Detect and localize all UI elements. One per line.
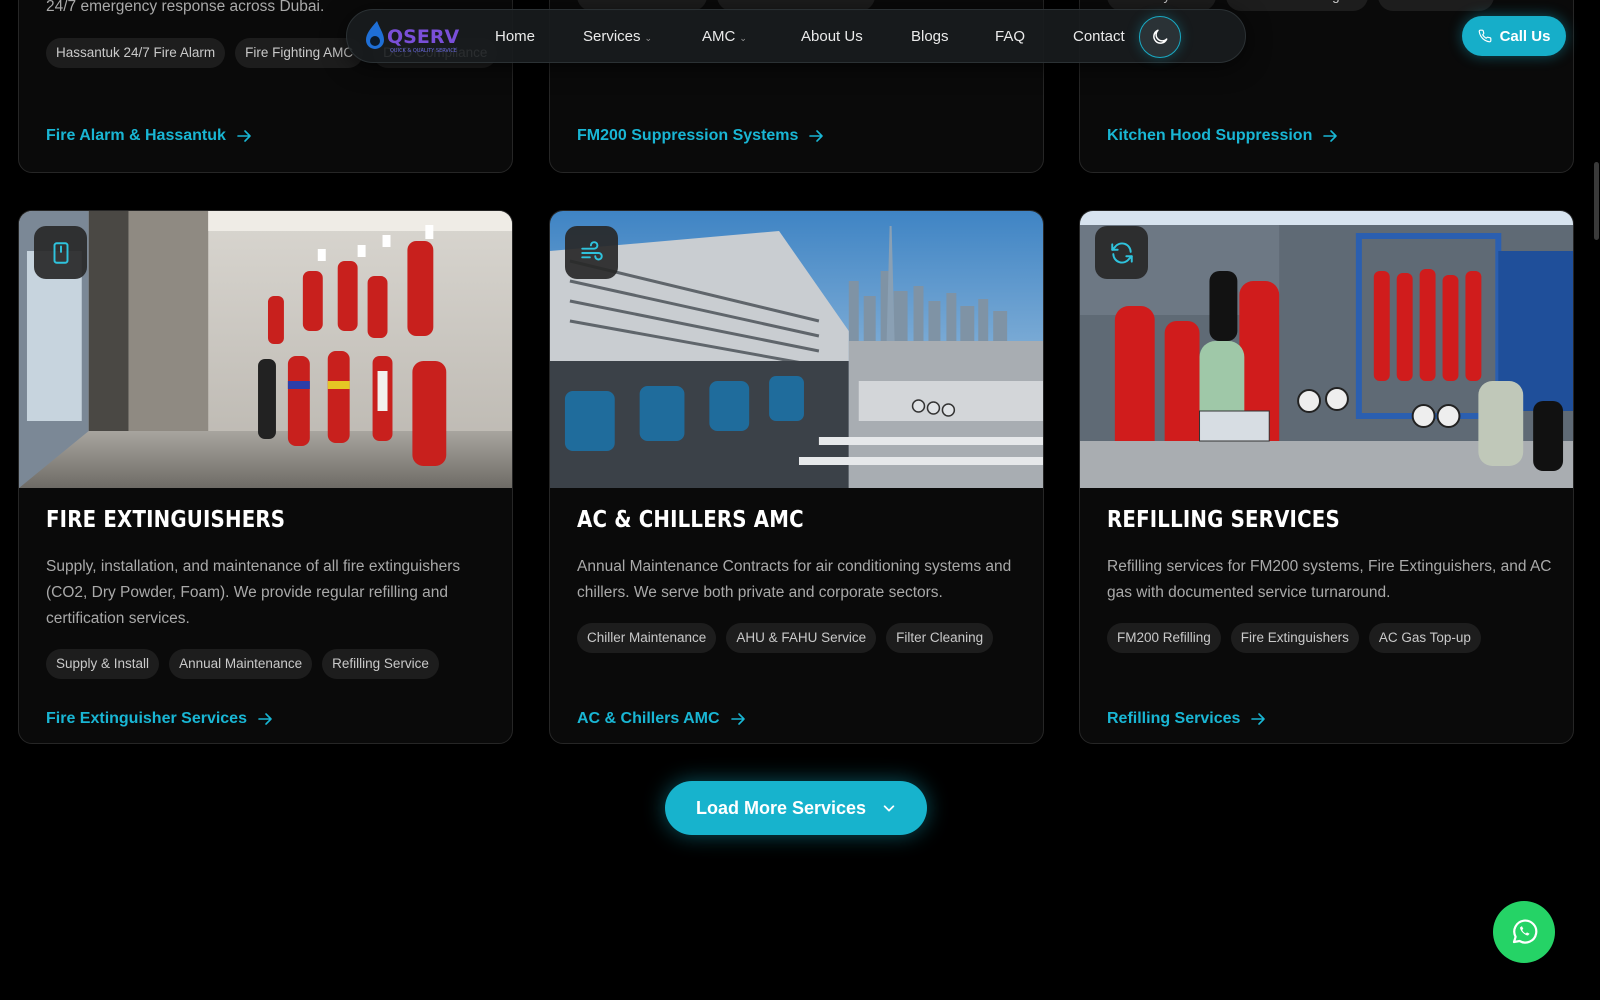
nav-label: Services — [583, 28, 641, 45]
tag-chip: Supply & Install — [46, 649, 160, 679]
tag-list: FM200 Refilling Fire Extinguishers AC Ga… — [1107, 623, 1573, 653]
card-link-fire-alarm[interactable]: Fire Alarm & Hassantuk — [46, 127, 252, 145]
wind-icon-badge — [565, 226, 618, 279]
card-title: AC & CHILLERS AMC — [577, 507, 804, 533]
moon-icon — [1153, 29, 1168, 44]
nav-amc[interactable]: AMC ⌄ — [702, 10, 747, 64]
arrow-right-icon — [809, 130, 824, 142]
nav-home[interactable]: Home — [495, 10, 535, 64]
call-us-button[interactable]: Call Us — [1462, 16, 1566, 56]
scrollbar-thumb[interactable] — [1594, 162, 1599, 240]
tag-chip: FM200 Refilling — [1107, 623, 1221, 653]
nav-label: FAQ — [995, 28, 1026, 45]
card-link-label: Fire Alarm & Hassantuk — [46, 127, 226, 144]
card-link-label: Fire Extinguisher Services — [46, 710, 247, 727]
arrow-right-icon — [258, 713, 272, 725]
tag-chip: Refilling Service — [322, 649, 439, 679]
card-link-refilling-services[interactable]: Refilling Services — [1107, 710, 1266, 728]
whatsapp-button[interactable] — [1493, 901, 1555, 963]
card-link-kitchen-hood[interactable]: Kitchen Hood Suppression — [1107, 127, 1338, 145]
card-image-ac-chillers — [550, 211, 1043, 488]
nav-label: Blogs — [911, 28, 949, 45]
load-more-label: Load More Services — [695, 797, 867, 818]
card-link-fm200[interactable]: FM200 Suppression Systems — [577, 127, 824, 145]
logo-tagline: QUICK & QUALITY SERVICE — [390, 48, 457, 54]
card-title: REFILLING SERVICES — [1107, 507, 1340, 533]
tag-list: Supply & Install Annual Maintenance Refi… — [46, 649, 512, 679]
nav-blogs[interactable]: Blogs — [911, 10, 949, 64]
call-us-label: Call Us — [1499, 27, 1551, 45]
card-description: Annual Maintenance Contracts for air con… — [577, 558, 1012, 601]
arrow-right-icon — [1251, 713, 1266, 725]
nav-label: About Us — [801, 28, 863, 45]
card-link-label: AC & Chillers AMC — [577, 710, 720, 727]
card-image-refilling — [1080, 211, 1573, 488]
card-link-ac-chillers-amc[interactable]: AC & Chillers AMC — [577, 710, 746, 728]
card-link-fire-extinguisher-services[interactable]: Fire Extinguisher Services — [46, 710, 273, 728]
card-link-label: Kitchen Hood Suppression — [1107, 127, 1313, 144]
site-logo[interactable]: QSERV QUICK & QUALITY SERVICE — [363, 17, 481, 57]
arrow-right-icon — [237, 130, 251, 142]
card-description: 24/7 emergency response across Dubai. — [46, 0, 325, 15]
tag-chip: Chiller Maintenance — [577, 623, 717, 653]
card-link-label: Refilling Services — [1107, 710, 1241, 727]
arrow-right-icon — [730, 713, 745, 725]
logo-wordmark: QSERV — [387, 26, 459, 48]
load-more-services-button[interactable]: Load More Services — [665, 781, 927, 835]
nav-faq[interactable]: FAQ — [995, 10, 1025, 64]
extinguisher-icon-badge — [34, 226, 87, 279]
nav-about-us[interactable]: About Us — [801, 10, 863, 64]
whatsapp-icon — [1512, 919, 1538, 944]
chevron-down-icon — [883, 805, 895, 812]
wind-icon — [580, 240, 603, 260]
refresh-icon-badge — [1095, 226, 1148, 279]
phone-icon — [1478, 29, 1491, 43]
tag-chip: Hassantuk 24/7 Fire Alarm — [46, 38, 226, 68]
nav-label: Home — [495, 28, 536, 45]
tag-chip: Fire Fighting AMC — [235, 38, 364, 68]
tag-chip: Fire Extinguishers — [1230, 623, 1359, 653]
arrow-right-icon — [1323, 130, 1338, 142]
tag-list: Chiller Maintenance AHU & FAHU Service F… — [577, 623, 1043, 653]
theme-toggle-button[interactable] — [1139, 16, 1181, 58]
main-navbar: QSERV QUICK & QUALITY SERVICE Home Servi… — [346, 9, 1246, 63]
service-card-fire-extinguishers: FIRE EXTINGUISHERS Supply, installation,… — [18, 210, 513, 744]
tag-chip: Annual Maintenance — [169, 649, 313, 679]
refresh-icon — [1110, 242, 1133, 263]
tag-chip: Auto Gas Cutoff — [1378, 0, 1495, 11]
tag-chip: Filter Cleaning — [886, 623, 994, 653]
tag-chip: AC Gas Top-up — [1368, 623, 1481, 653]
nav-label: Contact — [1073, 28, 1125, 45]
service-card-ac-chillers: AC & CHILLERS AMC Annual Maintenance Con… — [549, 210, 1044, 744]
chevron-down-icon: ⌄ — [644, 33, 653, 43]
extinguisher-icon — [53, 241, 68, 264]
nav-services[interactable]: Services ⌄ — [583, 10, 652, 64]
nav-label: AMC — [702, 28, 736, 45]
card-description: Supply, installation, and maintenance of… — [46, 558, 461, 627]
tag-chip: AHU & FAHU Service — [726, 623, 877, 653]
nav-contact[interactable]: Contact — [1073, 10, 1125, 64]
card-description: Refilling services for FM200 systems, Fi… — [1107, 558, 1552, 601]
card-link-label: FM200 Suppression Systems — [577, 127, 799, 144]
tag-chip: Wet Chemical Agent — [1226, 0, 1369, 11]
card-image-fire-extinguishers — [19, 211, 512, 488]
service-card-refilling: REFILLING SERVICES Refilling services fo… — [1079, 210, 1574, 744]
card-title: FIRE EXTINGUISHERS — [46, 507, 286, 533]
chevron-down-icon: ⌄ — [739, 33, 747, 43]
